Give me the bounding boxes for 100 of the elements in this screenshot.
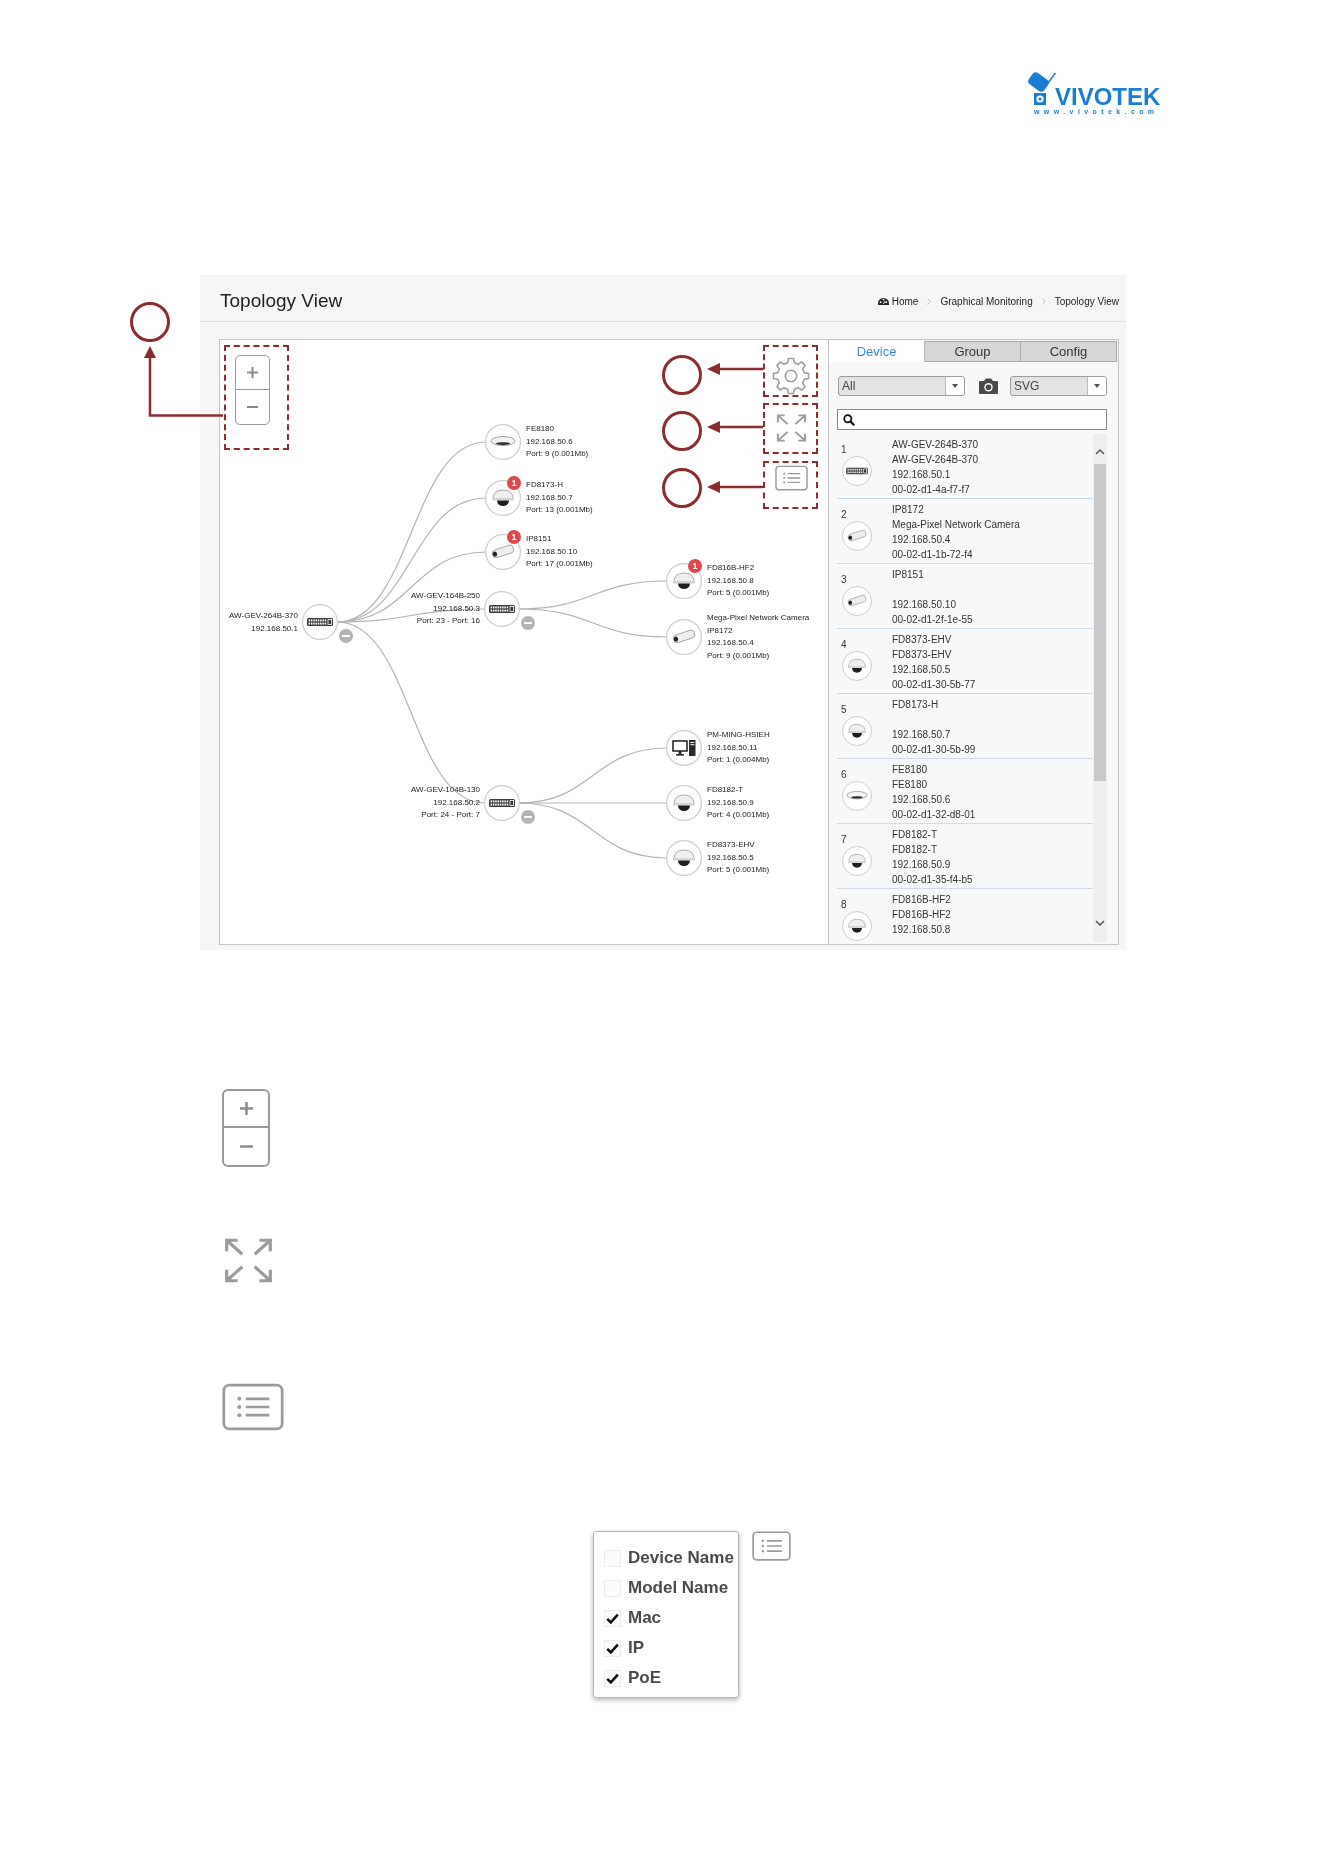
checkbox[interactable] <box>604 1609 621 1627</box>
fisheye-camera-icon[interactable] <box>485 424 521 460</box>
minus-icon <box>239 1145 253 1148</box>
dashboard-icon <box>877 297 889 305</box>
device-name: FD8182-T <box>707 784 743 797</box>
row-number: 5 <box>841 704 847 716</box>
network-switch-icon[interactable] <box>302 604 338 640</box>
list-icon[interactable] <box>774 465 808 491</box>
fullscreen-icon[interactable] <box>222 1237 275 1284</box>
collapse-button[interactable] <box>521 810 535 824</box>
fullscreen-icon[interactable] <box>774 413 808 443</box>
search-field[interactable] <box>837 409 1107 430</box>
bullet-camera-icon[interactable] <box>666 619 702 655</box>
chevron-right-icon <box>927 297 932 305</box>
bullet-camera-icon[interactable] <box>485 534 521 570</box>
caret-down-icon <box>1094 384 1100 388</box>
ip-address: 192.168.50.9 <box>892 858 951 872</box>
desktop-computer-icon[interactable] <box>666 730 702 766</box>
device-name: AW-GEV-164B-250 <box>411 590 480 603</box>
port-info: Port: 1 (0.004Mb) <box>707 754 770 767</box>
dome-camera-icon[interactable] <box>666 563 702 599</box>
filter-dropdown[interactable]: All <box>838 376 965 396</box>
port-info: Port: 23 - Port: 16 <box>416 615 480 628</box>
row-number: 8 <box>841 899 847 911</box>
network-switch-icon <box>842 456 872 486</box>
port-info: Port: 9 (0.001Mb) <box>526 448 589 461</box>
bullet-camera-icon <box>842 521 872 551</box>
camera-icon[interactable] <box>978 378 999 394</box>
scrollbar-track[interactable] <box>1093 434 1107 942</box>
checkbox[interactable] <box>604 1669 621 1687</box>
highlight-frame <box>763 461 818 509</box>
dome-camera-icon <box>842 846 872 876</box>
highlight-frame <box>763 345 818 397</box>
dome-camera-icon[interactable] <box>666 785 702 821</box>
alert-count: 1 <box>507 530 521 544</box>
device-name: FD8182-T <box>892 843 937 857</box>
breadcrumb-link[interactable]: Home <box>877 293 919 309</box>
checkmark-icon <box>606 1642 619 1654</box>
scrollbar-thumb[interactable] <box>1094 464 1106 781</box>
checkbox-label: IP <box>628 1637 645 1660</box>
mac-address: 00-02-d1-30-5b-99 <box>892 743 976 757</box>
ip-address: 192.168.50.5 <box>707 851 754 864</box>
chevron-up-icon[interactable] <box>1095 449 1105 455</box>
plus-icon <box>247 367 258 378</box>
breadcrumb-link[interactable]: Topology View <box>1054 293 1119 309</box>
ip-address: 192.168.50.7 <box>892 728 951 742</box>
settings-icon[interactable] <box>772 357 810 395</box>
checkbox[interactable] <box>604 1639 621 1657</box>
tab[interactable]: Config <box>1021 341 1117 362</box>
ip-address: 192.168.50.8 <box>707 574 754 587</box>
device-name: FD8173-H <box>526 479 563 492</box>
model-name: IP8172 <box>892 503 924 517</box>
caret-down-icon <box>952 384 958 388</box>
checkmark-icon <box>606 1672 619 1684</box>
port-info: Port: 5 (0.001Mb) <box>707 864 770 877</box>
mac-address: 00-02-d1-2f-1e-55 <box>892 613 973 627</box>
collapse-button[interactable] <box>521 616 535 630</box>
ip-address: 192.168.50.4 <box>892 533 951 547</box>
checkbox-label: Mac <box>628 1607 662 1630</box>
breadcrumb-link[interactable]: Graphical Monitoring <box>940 293 1033 309</box>
device-name: PM-MING-HSIEH <box>707 729 770 742</box>
highlight-frame <box>763 403 818 454</box>
logo-wordmark: VIVOTEK <box>1055 85 1161 109</box>
ip-address: 192.168.50.5 <box>892 663 951 677</box>
callout-circle <box>662 411 702 451</box>
ip-address: 192.168.50.8 <box>892 923 951 937</box>
list-icon[interactable] <box>752 1531 791 1561</box>
checkbox-label: Device Name <box>628 1547 734 1570</box>
device-name: Mega-Pixel Network Camera <box>707 612 810 624</box>
tab[interactable]: Device <box>829 341 925 362</box>
dome-camera-icon <box>842 651 872 681</box>
fisheye-camera-icon <box>842 781 872 811</box>
chevron-down-icon[interactable] <box>1095 920 1105 926</box>
port-info: Port: 13 (0.001Mb) <box>526 504 593 517</box>
tab[interactable]: Group <box>925 341 1021 362</box>
mac-address: 00-02-d1-35-f4-b5 <box>892 873 973 887</box>
device-name: AW-GEV-264B-370 <box>229 609 298 622</box>
model-name: FD8173-H <box>892 698 939 712</box>
network-switch-icon[interactable] <box>484 785 520 821</box>
chevron-right-icon <box>1041 297 1046 305</box>
bullet-camera-icon <box>842 586 872 616</box>
list-icon[interactable] <box>222 1383 284 1431</box>
alert-count: 1 <box>688 559 702 573</box>
ip-address: 192.168.50.4 <box>707 637 754 649</box>
dome-camera-icon <box>842 911 872 941</box>
format-dropdown[interactable]: SVG <box>1010 376 1107 396</box>
row-number: 6 <box>841 769 847 781</box>
model-name: IP8151 <box>892 568 924 582</box>
mac-address: 00-02-d1-4a-f7-f7 <box>892 483 970 497</box>
collapse-button[interactable] <box>339 629 353 643</box>
dome-camera-icon[interactable] <box>485 480 521 516</box>
search-icon <box>843 413 855 426</box>
model-name: FE8180 <box>892 763 928 777</box>
port-info: Port: 4 (0.001Mb) <box>707 809 770 822</box>
device-name: FE8180 <box>526 423 555 436</box>
device-name: FD816B-HF2 <box>707 562 755 575</box>
callout-arrow <box>707 480 763 494</box>
network-switch-icon[interactable] <box>484 591 520 627</box>
dome-camera-icon[interactable] <box>666 840 702 876</box>
device-name: AW-GEV-104B-130 <box>411 784 480 797</box>
